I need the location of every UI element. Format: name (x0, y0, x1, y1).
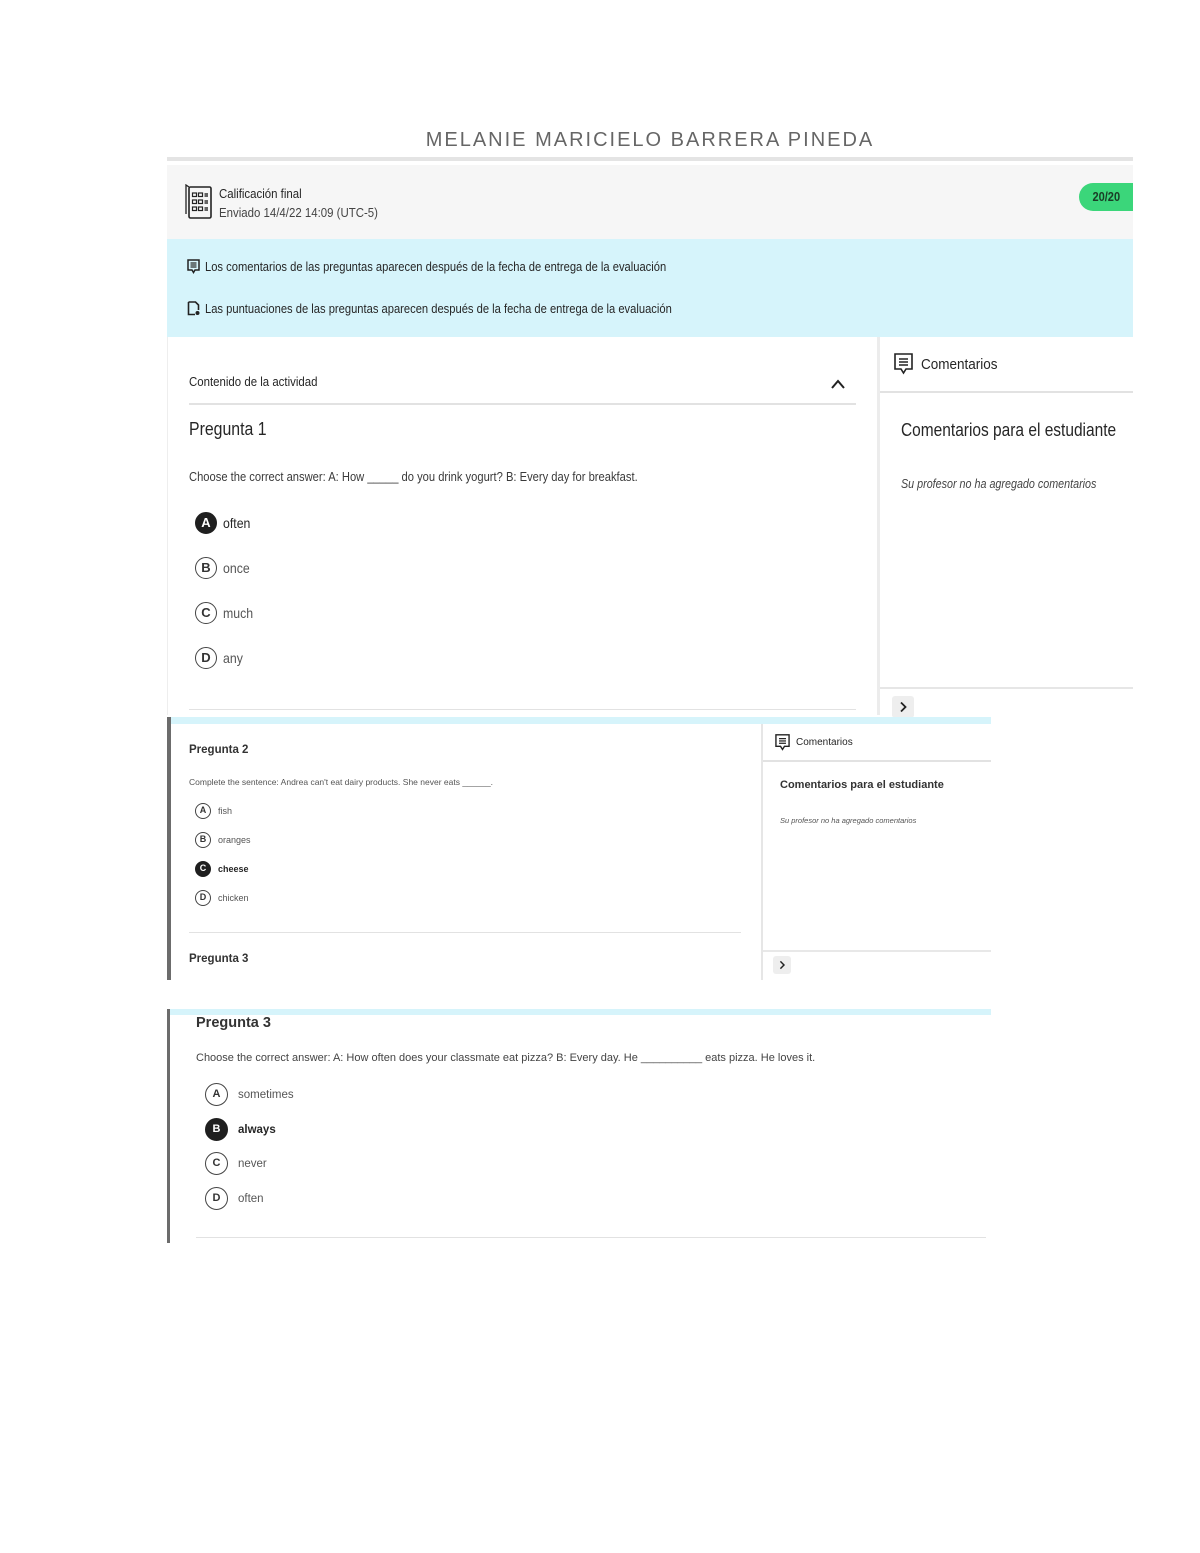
comments-panel-title: Comentarios (796, 737, 853, 748)
screenshot-question-2: Pregunta 2 Complete the sentence: Andrea… (167, 717, 991, 980)
option-letter: C (195, 602, 217, 624)
option-letter: D (195, 890, 211, 906)
option-label: oranges (218, 835, 251, 845)
notice-text: Los comentarios de las preguntas aparece… (205, 259, 667, 274)
question-title: Pregunta 2 (189, 744, 249, 756)
option-label: much (223, 605, 254, 621)
answer-option-c[interactable]: C cheese (195, 861, 249, 877)
page-title: MELANIE MARICIELO BARRERA PINEDA (425, 129, 875, 151)
option-letter: B (195, 557, 217, 579)
chevron-up-icon[interactable] (830, 377, 846, 391)
no-comments-text: Su profesor no ha agregado comentarios (901, 477, 1097, 491)
next-question-title: Pregunta 3 (189, 953, 249, 965)
student-comments-heading: Comentarios para el estudiante (780, 779, 944, 791)
divider (880, 687, 1133, 689)
divider (196, 1237, 986, 1238)
score-icon (187, 301, 200, 316)
no-comments-text: Su profesor no ha agregado comentarios (780, 816, 917, 825)
answer-option-d[interactable]: D any (195, 647, 246, 669)
answer-option-a[interactable]: A fish (195, 803, 232, 819)
comments-panel-title: Comentarios (921, 355, 998, 373)
activity-content-header: Contenido de la actividad (189, 374, 318, 389)
divider (189, 932, 741, 933)
notice-text: Las puntuaciones de las preguntas aparec… (205, 301, 672, 316)
option-label: sometimes (238, 1088, 294, 1101)
answer-option-c[interactable]: C never (205, 1152, 267, 1175)
option-letter: A (205, 1083, 228, 1106)
answer-option-d[interactable]: D often (205, 1187, 264, 1210)
comments-panel: Comentarios Comentarios para el estudian… (761, 724, 991, 980)
final-grade-label: Calificación final (219, 186, 302, 201)
option-label: cheese (218, 864, 249, 874)
option-letter: A (195, 803, 211, 819)
final-grade-bar: Calificación final Enviado 14/4/22 14:09… (167, 165, 1133, 239)
option-label: any (223, 650, 243, 666)
submission-date: Enviado 14/4/22 14:09 (UTC-5) (219, 205, 378, 220)
notice-banner-edge (171, 717, 991, 724)
question-title: Pregunta 3 (196, 1015, 271, 1031)
answer-option-c[interactable]: C much (195, 602, 257, 624)
chevron-right-icon (779, 960, 786, 970)
calculator-icon (185, 184, 212, 219)
divider (189, 403, 856, 405)
answer-option-b[interactable]: B oranges (195, 832, 251, 848)
activity-content: Pregunta 2 Complete the sentence: Andrea… (171, 724, 761, 980)
notice-banner-edge (170, 1009, 991, 1015)
comment-icon (894, 353, 913, 375)
comments-panel-header: Comentarios (775, 734, 853, 751)
score-value: 20/20 (1092, 189, 1120, 204)
notice-scores: Las puntuaciones de las preguntas aparec… (187, 301, 748, 316)
screenshot-question-1: MELANIE MARICIELO BARRERA PINEDA Calific… (167, 125, 1133, 718)
answer-option-b[interactable]: B always (205, 1118, 276, 1141)
question-text: Choose the correct answer: A: How often … (196, 1052, 816, 1064)
notice-banner: Los comentarios de las preguntas aparece… (167, 239, 1133, 337)
option-letter: B (205, 1118, 228, 1141)
option-label: often (238, 1192, 264, 1205)
option-label: once (223, 560, 250, 576)
comment-icon (187, 259, 200, 274)
answer-option-d[interactable]: D chicken (195, 890, 249, 906)
divider (763, 760, 991, 762)
next-comment-button[interactable] (892, 696, 914, 718)
next-comment-button[interactable] (773, 956, 791, 974)
screenshot-question-3: Pregunta 3 Choose the correct answer: A:… (167, 1009, 991, 1243)
score-badge: 20/20 (1079, 183, 1133, 211)
option-letter: A (195, 512, 217, 534)
answer-option-a[interactable]: A sometimes (205, 1083, 294, 1106)
comments-panel: Comentarios Comentarios para el estudian… (877, 337, 1133, 718)
chevron-right-icon (900, 701, 907, 713)
option-label: fish (218, 806, 233, 816)
question-text: Choose the correct answer: A: How _____ … (189, 469, 638, 484)
divider (880, 391, 1133, 393)
option-letter: C (195, 861, 211, 877)
activity-content: Contenido de la actividad Pregunta 1 Cho… (167, 337, 877, 715)
comments-panel-header: Comentarios (894, 353, 1006, 375)
comment-icon (775, 734, 790, 751)
option-label: chicken (218, 893, 249, 903)
option-label: often (223, 515, 251, 531)
option-letter: D (195, 647, 217, 669)
option-label: never (238, 1157, 267, 1170)
divider (763, 950, 991, 952)
question-text: Complete the sentence: Andrea can't eat … (189, 777, 494, 787)
question-title: Pregunta 1 (189, 419, 267, 439)
notice-comments: Los comentarios de las preguntas aparece… (187, 259, 741, 274)
option-label: always (238, 1123, 276, 1136)
student-comments-heading: Comentarios para el estudiante (901, 420, 1117, 440)
answer-option-b[interactable]: B once (195, 557, 253, 579)
page-header: MELANIE MARICIELO BARRERA PINEDA (167, 125, 1133, 161)
option-letter: C (205, 1152, 228, 1175)
divider (189, 709, 856, 710)
option-letter: B (195, 832, 211, 848)
answer-option-a[interactable]: A often (195, 512, 254, 534)
option-letter: D (205, 1187, 228, 1210)
